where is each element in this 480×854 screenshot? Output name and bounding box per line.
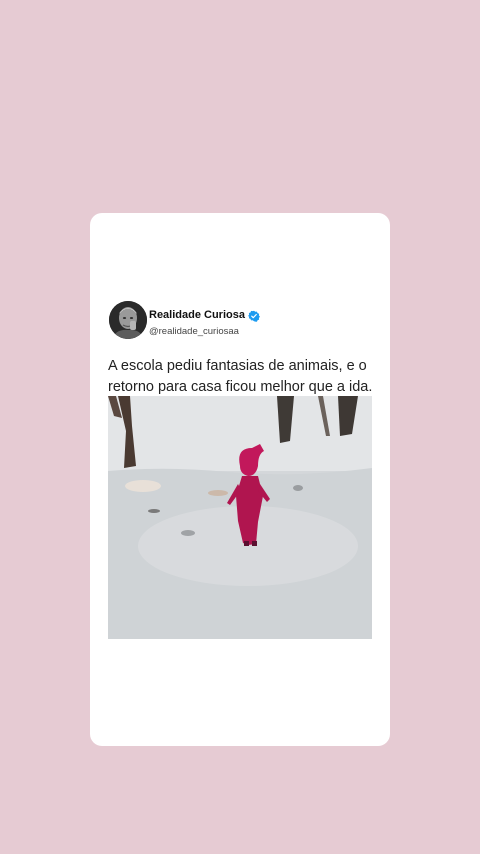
- verified-badge-icon: [248, 310, 260, 322]
- tweet-card: Realidade Curiosa @realidade_curiosaa A …: [90, 213, 390, 746]
- avatar[interactable]: [109, 301, 147, 339]
- user-handle[interactable]: @realidade_curiosaa: [149, 326, 260, 338]
- video-frame: [108, 396, 372, 639]
- display-name[interactable]: Realidade Curiosa: [149, 309, 245, 322]
- tweet-text: A escola pediu fantasias de animais, e o…: [108, 358, 373, 395]
- tweet-video[interactable]: [108, 396, 372, 639]
- avatar-portrait: [109, 301, 147, 339]
